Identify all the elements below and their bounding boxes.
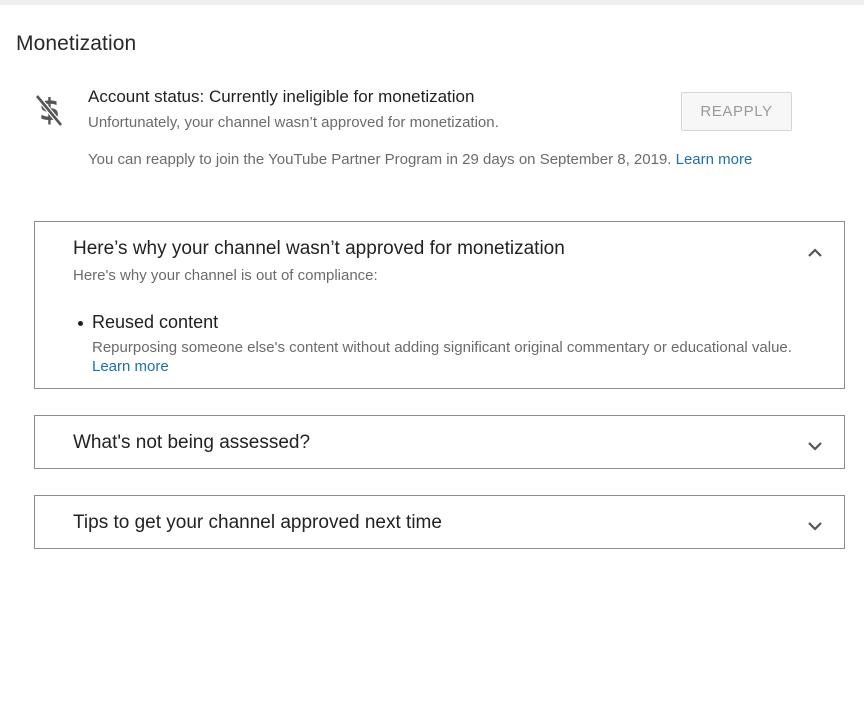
reapply-button[interactable]: REAPPLY bbox=[681, 92, 792, 131]
panel-tips[interactable]: Tips to get your channel approved next t… bbox=[34, 495, 845, 549]
panel-subheading: Here's why your channel is out of compli… bbox=[73, 267, 378, 284]
reason-learn-more-link[interactable]: Learn more bbox=[92, 358, 169, 375]
panel-heading[interactable]: What's not being assessed? bbox=[73, 432, 310, 454]
reapply-note-text: You can reapply to join the YouTube Part… bbox=[88, 151, 672, 168]
panel-heading[interactable]: Here’s why your channel wasn’t approved … bbox=[73, 238, 565, 260]
panel-not-assessed[interactable]: What's not being assessed? bbox=[34, 415, 845, 469]
reason-description-text: Repurposing someone else's content witho… bbox=[92, 339, 792, 356]
page-title: Monetization bbox=[16, 32, 137, 55]
panel-heading[interactable]: Tips to get your channel approved next t… bbox=[73, 512, 442, 534]
top-divider bbox=[0, 0, 864, 5]
chevron-down-icon[interactable] bbox=[806, 517, 824, 535]
no-money-icon: $ bbox=[33, 92, 65, 128]
bullet-icon bbox=[78, 321, 83, 326]
panel-not-approved-reasons: Here’s why your channel wasn’t approved … bbox=[34, 221, 845, 389]
reason-title: Reused content bbox=[75, 312, 825, 333]
account-status-title: Account status: Currently ineligible for… bbox=[88, 87, 475, 106]
reason-description: Repurposing someone else's content witho… bbox=[75, 338, 825, 376]
chevron-down-icon[interactable] bbox=[806, 437, 824, 455]
reapply-note: You can reapply to join the YouTube Part… bbox=[88, 151, 752, 168]
account-status-subtitle: Unfortunately, your channel wasn’t appro… bbox=[88, 114, 499, 131]
learn-more-link[interactable]: Learn more bbox=[676, 151, 753, 168]
reason-title-text: Reused content bbox=[92, 312, 219, 332]
list-item: Reused content Repurposing someone else'… bbox=[75, 312, 825, 376]
chevron-up-icon[interactable] bbox=[806, 244, 824, 262]
